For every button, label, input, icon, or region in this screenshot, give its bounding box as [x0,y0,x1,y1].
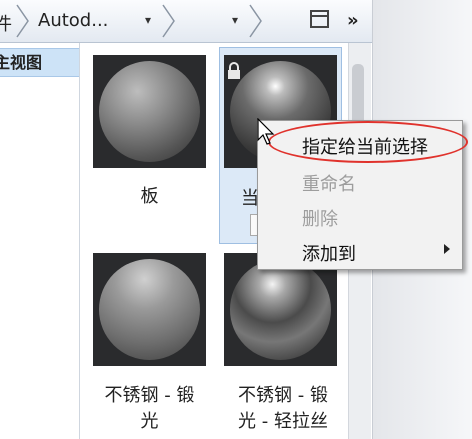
material-label: 不锈钢 - 锻 光 [104,385,195,432]
material-label: 不锈钢 - 锻 光 - 轻拉丝 [238,385,328,432]
view-toggle-icon[interactable] [310,10,329,28]
breadcrumb-dropdown-icon[interactable]: ▾ [145,13,151,27]
tree-item-label: 主视图 [0,53,43,72]
breadcrumb-dropdown-icon[interactable]: ▾ [232,13,238,27]
lock-icon [228,62,240,79]
breadcrumb-autodesk[interactable]: Autod... [38,10,108,31]
material-thumbnail[interactable] [93,55,206,168]
highlight-ellipse [268,121,468,163]
left-tree-panel: 主视图 [0,43,80,439]
more-options-icon[interactable]: » [347,10,359,31]
material-sphere [99,259,200,360]
submenu-arrow-icon [444,244,450,254]
material-sphere [230,259,331,360]
breadcrumb-separator-icon [16,4,29,38]
breadcrumb-separator-icon [249,4,262,38]
menu-item-rename: 重命名 [302,174,356,195]
mouse-cursor-icon [257,118,275,145]
material-sphere [99,61,200,162]
tree-item-main-view[interactable]: 主视图 [0,48,79,77]
menu-item-delete: 删除 [302,209,338,230]
material-thumbnail[interactable] [93,253,206,366]
breadcrumb-prefix[interactable]: 件 [0,10,12,36]
material-label: 板 [140,186,159,207]
breadcrumb-separator-icon [162,4,175,38]
menu-item-add-to[interactable]: 添加到 [302,240,356,266]
